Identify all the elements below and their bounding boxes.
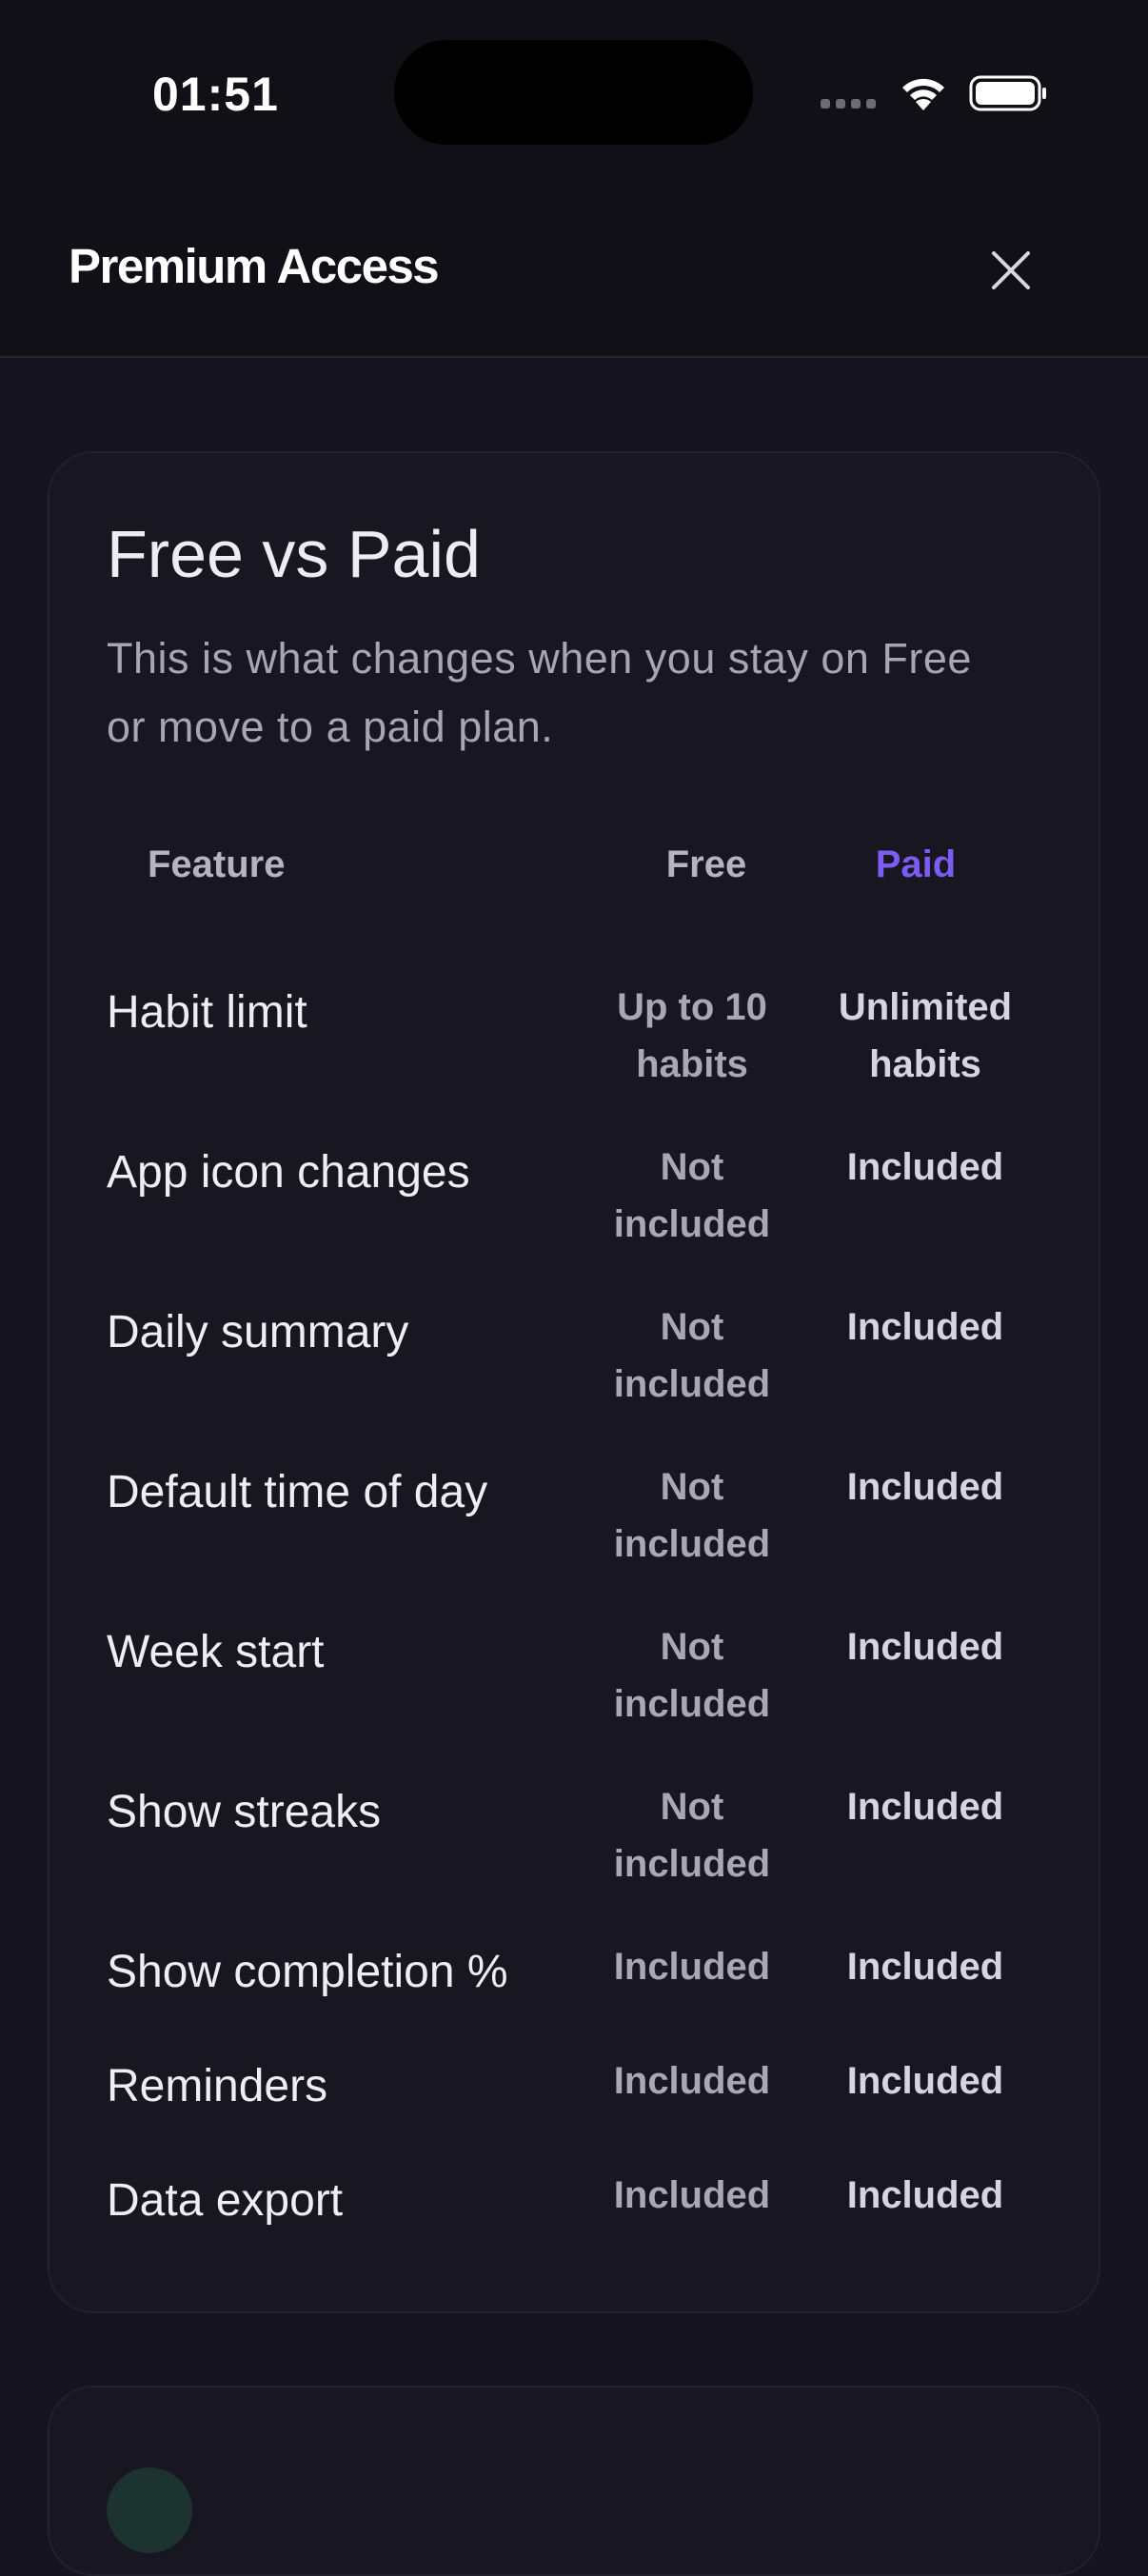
paid-value: Included (846, 1946, 1004, 1988)
paid-value: Included (846, 1146, 1004, 1188)
comparison-title: Free vs Paid (107, 517, 481, 591)
paid-value: Included (846, 1786, 1004, 1828)
feature-name: Habit limit (107, 987, 307, 1038)
paid-value: Included (846, 1466, 1004, 1508)
feature-name: Reminders (107, 2061, 328, 2111)
feature-name: Show completion % (107, 1947, 508, 1997)
comparison-subtitle: This is what changes when you stay on Fr… (107, 634, 972, 751)
feature-name: Default time of day (107, 1467, 488, 1517)
cellular-signal-icon (821, 99, 876, 109)
paid-value: Included (846, 1626, 1004, 1668)
free-value: Not included (613, 1466, 771, 1565)
next-card (48, 2386, 1100, 2576)
page-title: Premium Access (69, 239, 440, 293)
feature-name: Show streaks (107, 1787, 382, 1837)
paid-value: Included (846, 2060, 1004, 2102)
free-value: Not included (613, 1306, 771, 1405)
comparison-card: Free vs Paid This is what changes when y… (48, 451, 1100, 2313)
dynamic-island (394, 40, 753, 145)
app-header: Premium Access (0, 190, 1148, 358)
column-header-feature: Feature (148, 843, 286, 885)
close-button[interactable] (980, 240, 1041, 301)
paid-value: Included (846, 1306, 1004, 1348)
card-icon-badge (107, 2467, 192, 2553)
column-header-paid: Paid (875, 843, 957, 885)
column-header-free: Free (665, 843, 747, 885)
close-icon (992, 251, 1030, 289)
free-value: Not included (613, 1146, 771, 1245)
free-value: Included (613, 2060, 771, 2102)
paid-value: Unlimited habits (838, 986, 1013, 1085)
free-value: Up to 10 habits (617, 986, 767, 1085)
free-value: Included (613, 1946, 771, 1988)
status-bar: 01:51 (0, 0, 1148, 190)
feature-name: Data export (107, 2175, 344, 2226)
wifi-icon (902, 78, 944, 110)
paid-value: Included (846, 2174, 1004, 2216)
free-value: Not included (613, 1626, 771, 1725)
free-value: Included (613, 2174, 771, 2216)
feature-name: Daily summary (107, 1307, 409, 1357)
feature-name: Week start (107, 1627, 325, 1677)
battery-icon (969, 75, 1046, 111)
status-time: 01:51 (152, 68, 279, 121)
feature-name: App icon changes (107, 1147, 470, 1198)
free-value: Not included (613, 1786, 771, 1885)
